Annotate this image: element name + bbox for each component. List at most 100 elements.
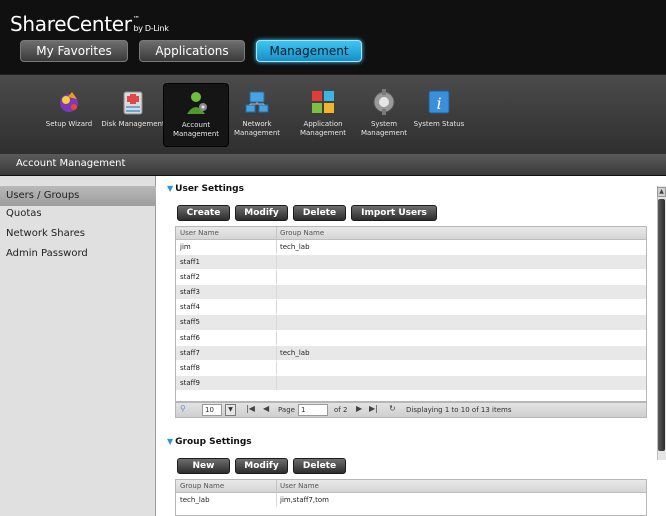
table-row[interactable]: staff1 <box>176 255 646 271</box>
sidebar-item-quotas[interactable]: Quotas <box>0 204 156 224</box>
new-group-button[interactable]: New <box>177 458 230 474</box>
management-toolbar: Setup Wizard Disk Management Account Man… <box>0 74 666 154</box>
cell-user-name: staff2 <box>180 273 200 282</box>
column-header-user-name[interactable]: User Name <box>280 482 319 490</box>
toolbar-network-management[interactable]: Network Management <box>224 83 290 147</box>
column-divider <box>276 360 277 375</box>
cell-user-name: staff9 <box>180 378 200 387</box>
tab-management[interactable]: Management <box>256 40 362 62</box>
delete-user-button[interactable]: Delete <box>293 205 346 221</box>
cell-user-name: staff3 <box>180 288 200 297</box>
column-divider <box>276 480 277 493</box>
page-size-select[interactable]: 10 <box>202 404 222 416</box>
import-users-button[interactable]: Import Users <box>351 205 437 221</box>
column-divider <box>276 345 277 360</box>
collapse-triangle-icon[interactable]: ▼ <box>167 184 173 193</box>
collapse-triangle-icon[interactable]: ▼ <box>167 437 173 446</box>
sidebar: Users / Groups Quotas Network Shares Adm… <box>0 176 156 516</box>
table-row[interactable]: staff5 <box>176 315 646 331</box>
disk-icon <box>123 91 143 115</box>
chevron-down-icon[interactable]: ▼ <box>225 404 236 416</box>
toolbar-label: Application Management <box>299 120 347 137</box>
toolbar-system-status[interactable]: i System Status <box>406 83 472 147</box>
sidebar-item-network-shares[interactable]: Network Shares <box>0 224 156 244</box>
scrollbar-thumb[interactable] <box>658 199 665 451</box>
user-table: User Name Group Name jim tech_lab staff1 … <box>175 226 647 402</box>
wizard-icon <box>60 92 78 112</box>
group-table-header: Group Name User Name <box>176 480 646 493</box>
column-header-user-name[interactable]: User Name <box>180 229 219 237</box>
column-header-group-name[interactable]: Group Name <box>180 482 224 490</box>
tab-label: Applications <box>155 44 229 58</box>
prev-page-icon[interactable]: ◀ <box>263 404 269 413</box>
system-icon <box>373 89 395 115</box>
cell-user-name: staff7 <box>180 348 200 357</box>
account-icon <box>187 92 207 114</box>
search-icon[interactable]: ⚲ <box>180 404 186 413</box>
application-icon <box>312 91 334 113</box>
svg-text:i: i <box>436 94 441 113</box>
sidebar-item-label: Network Shares <box>6 228 85 239</box>
toolbar-setup-wizard[interactable]: Setup Wizard <box>36 83 102 147</box>
toolbar-label: Account Management <box>172 121 220 138</box>
sidebar-item-admin-password[interactable]: Admin Password <box>0 244 156 264</box>
next-page-icon[interactable]: ▶ <box>356 404 362 413</box>
user-settings-title[interactable]: ▼ User Settings <box>167 184 244 194</box>
cell-user-name: staff8 <box>180 363 200 372</box>
table-row[interactable]: jim tech_lab <box>176 240 646 256</box>
cell-group-name: tech_lab <box>180 496 210 504</box>
button-label: New <box>192 461 215 471</box>
group-settings-title[interactable]: ▼ Group Settings <box>167 437 252 447</box>
table-row[interactable]: staff4 <box>176 300 646 316</box>
toolbar-label: Disk Management <box>101 120 165 128</box>
refresh-icon[interactable]: ↻ <box>389 404 396 413</box>
section-header: Account Management <box>0 154 666 176</box>
table-row[interactable]: tech_lab jim,staff7,tom <box>176 493 646 509</box>
tab-applications[interactable]: Applications <box>139 40 245 62</box>
delete-group-button[interactable]: Delete <box>293 458 346 474</box>
user-table-header: User Name Group Name <box>176 227 646 240</box>
modify-group-button[interactable]: Modify <box>235 458 288 474</box>
modify-user-button[interactable]: Modify <box>235 205 288 221</box>
button-label: Modify <box>244 461 279 471</box>
button-label: Create <box>186 208 221 218</box>
page-number-input[interactable]: 1 <box>298 404 328 416</box>
table-row[interactable]: staff2 <box>176 270 646 286</box>
table-row[interactable]: staff9 <box>176 375 646 391</box>
create-user-button[interactable]: Create <box>177 205 230 221</box>
first-page-icon[interactable]: |◀ <box>246 404 255 413</box>
tab-my-favorites[interactable]: My Favorites <box>20 40 128 62</box>
column-divider <box>276 330 277 345</box>
toolbar-label: Setup Wizard <box>45 120 93 128</box>
last-page-icon[interactable]: ▶| <box>369 404 378 413</box>
table-row[interactable]: staff6 <box>176 330 646 346</box>
toolbar-disk-management[interactable]: Disk Management <box>100 83 166 147</box>
button-label: Modify <box>244 208 279 218</box>
column-divider <box>276 240 277 255</box>
brand-byline: by D-Link <box>133 24 169 33</box>
column-header-group-name[interactable]: Group Name <box>280 229 324 237</box>
cell-group-name: tech_lab <box>280 243 310 251</box>
page-label: Page <box>278 406 295 414</box>
displaying-status: Displaying 1 to 10 of 13 items <box>406 406 512 414</box>
column-divider <box>276 285 277 300</box>
sidebar-item-label: Users / Groups <box>6 190 80 201</box>
column-divider <box>276 315 277 330</box>
network-icon <box>245 91 269 113</box>
table-row[interactable]: staff7 tech_lab <box>176 345 646 361</box>
brand-logo: ShareCenter™by D-Link <box>10 12 169 36</box>
table-row[interactable]: staff8 <box>176 360 646 376</box>
column-divider <box>276 375 277 390</box>
sidebar-item-users-groups[interactable]: Users / Groups <box>0 186 156 206</box>
table-row[interactable]: staff3 <box>176 285 646 301</box>
button-label: Delete <box>302 208 337 218</box>
toolbar-application-management[interactable]: Application Management <box>290 83 356 147</box>
scroll-up-icon[interactable]: ▲ <box>657 187 666 197</box>
cell-group-name: tech_lab <box>280 348 310 357</box>
cell-user-name: staff5 <box>180 318 200 327</box>
user-settings-title-text: User Settings <box>175 184 244 194</box>
sidebar-item-label: Admin Password <box>6 248 88 259</box>
toolbar-account-management[interactable]: Account Management <box>163 83 229 147</box>
brand-tm: ™ <box>132 15 140 23</box>
cell-user-name: staff1 <box>180 258 200 267</box>
